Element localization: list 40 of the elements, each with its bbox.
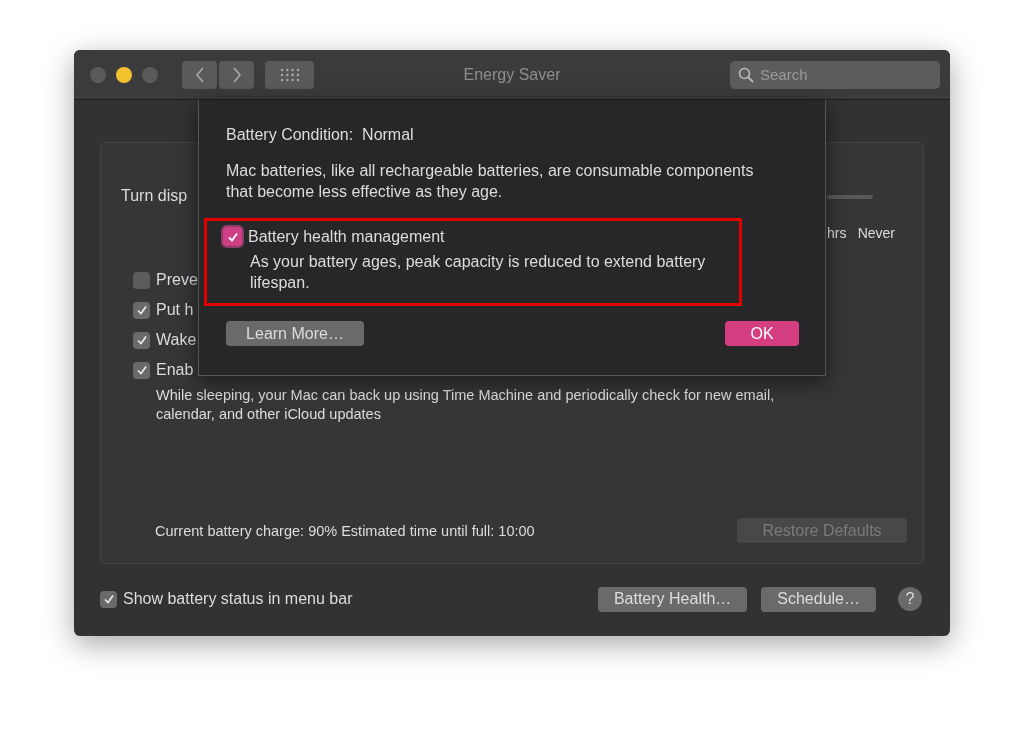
checkmark-icon [135,304,148,316]
checkmark-icon [135,334,148,346]
learn-more-button[interactable]: Learn More… [226,321,364,346]
checkbox[interactable] [133,361,150,379]
checkmark-icon [226,230,239,243]
chevron-right-icon [231,66,242,83]
option-description: While sleeping, your Mac can back up using Time Machine and periodically check for new email, calendar, and other iCloud updates [155,386,776,424]
checkbox[interactable] [100,590,117,608]
checkbox[interactable] [223,227,242,246]
checkbox[interactable] [133,331,150,349]
footer-button[interactable]: Schedule… [761,586,876,612]
back-button[interactable] [182,60,217,89]
search-field[interactable]: Search [730,60,940,89]
checkbox-label: Put h [156,301,194,319]
ok-button[interactable]: OK [725,321,799,346]
show-all-button[interactable] [265,60,314,89]
condition-text: Battery Condition: Normal [226,126,415,144]
checkbox-label: Wake [156,331,197,349]
checkbox-label: Enab [156,361,194,379]
description-text: Mac batteries, like all rechargeable batteries, are consumable components that become less effective as they age. [226,161,755,202]
checkbox-label: Show battery status in menu bar [123,590,353,608]
help-button[interactable]: ? [898,587,922,611]
setting-label: Turn disp [121,187,188,206]
forward-button[interactable] [219,60,254,89]
checkbox[interactable] [133,301,150,319]
minimize-button[interactable] [116,66,132,83]
battery-status-text: Current battery charge: 90% Estimated time until full: 10:00 [155,522,535,539]
option-description: As your battery ages, peak capacity is reduced to extend battery lifespan. [249,252,707,293]
checkbox-label: Battery health management [248,227,445,246]
footer-button[interactable]: Battery Health… [597,586,748,612]
window-title: Energy Saver [463,65,561,84]
slider-tick-label: hrs [827,225,847,241]
checkbox-label: Preve [156,271,198,289]
chevron-left-icon [194,66,205,83]
checkbox[interactable] [133,271,150,289]
checkmark-icon [102,593,115,605]
checkmark-icon [135,364,148,376]
slider-track[interactable] [827,195,873,199]
slider-tick-label: Never [857,225,895,241]
grid-icon [279,67,300,82]
